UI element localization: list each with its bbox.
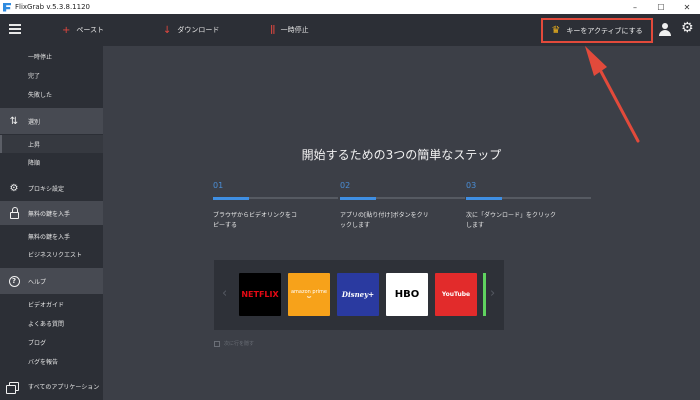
step-2: 02 アプリの[貼り付け]ボタンをクリックします bbox=[340, 181, 465, 231]
chevron-left-icon[interactable]: ‹ bbox=[222, 286, 227, 301]
sidebar-item-sort[interactable]: ⇅ 選別 bbox=[0, 108, 103, 134]
paste-button[interactable]: + ペースト bbox=[62, 14, 104, 46]
step-3: 03 次に「ダウンロード」をクリックします bbox=[466, 181, 591, 231]
app-title: FlixGrab v.5.3.8.1120 bbox=[15, 3, 90, 11]
step-number: 03 bbox=[466, 181, 477, 190]
step-number: 02 bbox=[340, 181, 351, 190]
pause-button[interactable]: || 一時停止 bbox=[270, 14, 309, 46]
sidebar-item-get-free-key[interactable]: 無料の鍵を入手 bbox=[0, 227, 103, 245]
sidebar-item-completed[interactable]: 完了 bbox=[0, 66, 103, 84]
step-text: ブラウザからビデオリンクをコピーする bbox=[213, 212, 298, 229]
minimize-button[interactable]: – bbox=[622, 0, 648, 14]
step-progress bbox=[466, 197, 591, 200]
sidebar-item-proxy-settings[interactable]: ⚙ プロキシ設定 bbox=[0, 176, 103, 200]
hide-row-option[interactable]: 次に行を隠す bbox=[214, 340, 254, 347]
activate-key-button[interactable]: ♛ キーをアクティブにする bbox=[541, 18, 653, 43]
main-content: 開始するための3つの簡単なステップ 01 ブラウザからビデオリンクをコピーする … bbox=[103, 46, 700, 400]
sidebar-item-label: よくある質問 bbox=[28, 320, 65, 328]
close-button[interactable]: ✕ bbox=[674, 0, 700, 14]
step-text: アプリの[貼り付け]ボタンをクリックします bbox=[340, 212, 429, 229]
netflix-logo[interactable]: NETFLIX bbox=[239, 273, 281, 316]
sidebar-item-label: ヘルプ bbox=[28, 278, 47, 286]
menu-icon[interactable] bbox=[9, 24, 21, 34]
activate-key-label: キーをアクティブにする bbox=[566, 26, 643, 35]
step-1: 01 ブラウザからビデオリンクをコピーする bbox=[213, 181, 338, 231]
sidebar-item-label: すべてのアプリケーション bbox=[28, 383, 100, 391]
pause-label: 一時停止 bbox=[280, 26, 309, 34]
sidebar-item-help[interactable]: ? ヘルプ bbox=[0, 268, 103, 294]
download-label: ダウンロード bbox=[177, 26, 220, 34]
sidebar-item-label: 降順 bbox=[28, 159, 41, 167]
pause-icon: || bbox=[270, 25, 275, 35]
sidebar-item-label: 無料の鍵を入手 bbox=[28, 210, 71, 218]
title-bar: FlixGrab v.5.3.8.1120 – ☐ ✕ bbox=[0, 0, 700, 14]
sidebar-item-label: バグを報告 bbox=[28, 358, 59, 366]
youtube-logo[interactable]: YouTube bbox=[435, 273, 477, 316]
sort-icon: ⇅ bbox=[9, 115, 19, 127]
step-number: 01 bbox=[213, 181, 224, 190]
plus-icon: + bbox=[62, 24, 71, 36]
sidebar-item-free-key[interactable]: 無料の鍵を入手 bbox=[0, 201, 103, 225]
lock-icon bbox=[8, 206, 20, 219]
amazon-prime-logo[interactable]: amazon prime ⌣ bbox=[288, 273, 330, 316]
paste-label: ペースト bbox=[76, 26, 105, 34]
apps-icon bbox=[6, 380, 20, 394]
sidebar-item-label: 一時停止 bbox=[28, 53, 53, 61]
help-icon: ? bbox=[8, 275, 20, 287]
sidebar-item-descending[interactable]: 降順 bbox=[0, 153, 103, 171]
hide-row-checkbox[interactable] bbox=[214, 340, 220, 347]
step-progress bbox=[340, 197, 465, 200]
download-button[interactable]: ↓ ダウンロード bbox=[163, 14, 219, 46]
sidebar-item-paused[interactable]: 一時停止 bbox=[0, 47, 103, 65]
user-icon[interactable] bbox=[658, 22, 672, 36]
sidebar-item-label: 完了 bbox=[28, 72, 41, 80]
crown-icon: ♛ bbox=[551, 25, 561, 36]
sidebar-item-faq[interactable]: よくある質問 bbox=[0, 314, 103, 332]
sidebar-item-label: 選別 bbox=[28, 118, 41, 126]
sidebar-item-ascending[interactable]: 上昇 bbox=[0, 135, 103, 153]
sidebar-item-failed[interactable]: 失敗した bbox=[0, 85, 103, 103]
sidebar-item-blog[interactable]: ブログ bbox=[0, 333, 103, 351]
chevron-right-icon[interactable]: › bbox=[490, 286, 495, 301]
sidebar-item-label: 無料の鍵を入手 bbox=[28, 233, 71, 241]
sidebar-item-label: 上昇 bbox=[28, 141, 41, 149]
disney-plus-logo[interactable]: Disney+ bbox=[337, 273, 379, 316]
arrow-down-icon: ↓ bbox=[163, 24, 172, 36]
sidebar-item-report-bug[interactable]: バグを報告 bbox=[0, 352, 103, 370]
platform-carousel: ‹ NETFLIX amazon prime ⌣ Disney+ HBO You… bbox=[214, 260, 504, 330]
sidebar-item-label: ブログ bbox=[28, 339, 47, 347]
hbo-logo[interactable]: HBO bbox=[386, 273, 428, 316]
proxy-icon: ⚙ bbox=[9, 182, 19, 194]
next-logo-edge bbox=[483, 273, 486, 316]
gear-icon[interactable]: ⚙ bbox=[681, 20, 694, 36]
sidebar-item-all-apps[interactable]: すべてのアプリケーション bbox=[0, 374, 103, 398]
step-progress bbox=[213, 197, 338, 200]
sidebar-item-label: ビジネスリクエスト bbox=[28, 251, 83, 259]
sidebar: 一時停止 完了 失敗した ⇅ 選別 上昇 降順 ⚙ プロキシ設定 無料の鍵を入手… bbox=[0, 46, 103, 400]
sidebar-item-label: ビデオガイド bbox=[28, 301, 65, 309]
hide-row-label: 次に行を隠す bbox=[224, 341, 255, 347]
sidebar-item-label: 失敗した bbox=[28, 91, 53, 99]
sidebar-item-business-request[interactable]: ビジネスリクエスト bbox=[0, 245, 103, 263]
page-title: 開始するための3つの簡単なステップ bbox=[301, 148, 502, 162]
amazon-smile-icon: ⌣ bbox=[306, 293, 312, 301]
sidebar-item-label: プロキシ設定 bbox=[28, 185, 65, 193]
step-text: 次に「ダウンロード」をクリックします bbox=[466, 212, 557, 229]
app-logo-icon bbox=[3, 2, 11, 12]
window-controls: – ☐ ✕ bbox=[622, 0, 700, 14]
sidebar-item-video-guide[interactable]: ビデオガイド bbox=[0, 295, 103, 313]
maximize-button[interactable]: ☐ bbox=[648, 0, 674, 14]
